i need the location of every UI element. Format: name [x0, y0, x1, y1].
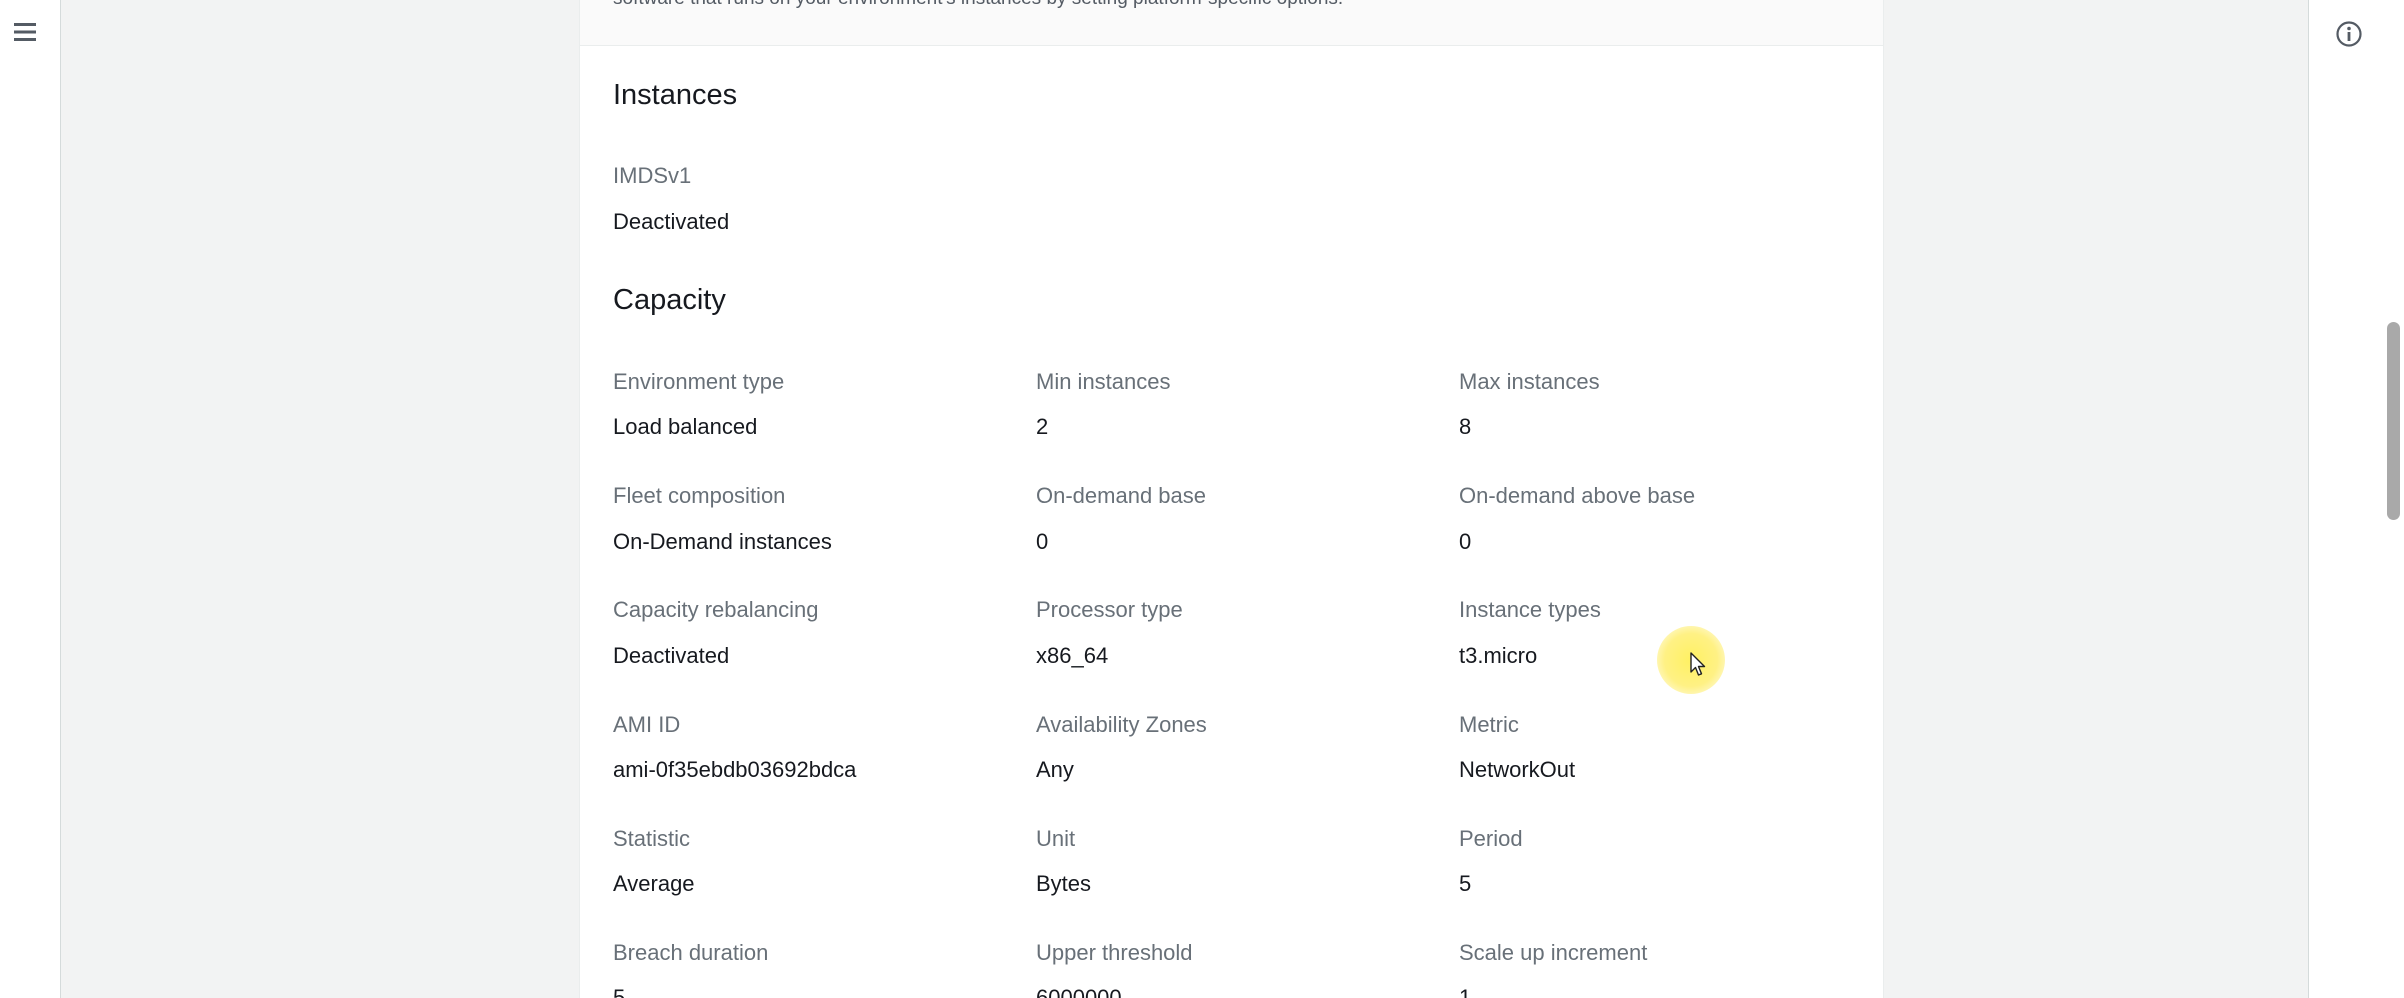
environment-type-value: Load balanced	[613, 414, 758, 439]
ami-id-label: AMI ID	[613, 712, 681, 737]
fleet-composition-label: Fleet composition	[613, 483, 786, 508]
capacity-rebalancing-label: Capacity rebalancing	[613, 597, 819, 622]
scale-up-increment-label: Scale up increment	[1459, 940, 1648, 965]
hamburger-menu-icon[interactable]	[12, 18, 42, 48]
scale-up-increment-value: 1	[1459, 985, 1472, 998]
metric-label: Metric	[1459, 712, 1519, 737]
min-instances-value: 2	[1036, 414, 1049, 439]
instance-types-label: Instance types	[1459, 597, 1601, 622]
min-instances-label: Min instances	[1036, 369, 1171, 394]
ami-id-value: ami-0f35ebdb03692bdca	[613, 757, 857, 782]
on-demand-base-label: On-demand base	[1036, 483, 1206, 508]
capacity-rebalancing-value: Deactivated	[613, 643, 730, 668]
right-tools-rail	[2308, 0, 2384, 998]
configuration-panel: software that runs on your environment's…	[579, 0, 1884, 998]
max-instances-label: Max instances	[1459, 369, 1600, 394]
statistic-label: Statistic	[613, 826, 691, 851]
platform-software-section-tail: software that runs on your environment's…	[580, 0, 1883, 46]
statistic-value: Average	[613, 871, 695, 896]
max-instances-value: 8	[1459, 414, 1472, 439]
upper-threshold-label: Upper threshold	[1036, 940, 1193, 965]
scrollbar-thumb[interactable]	[2387, 322, 2400, 520]
processor-type-label: Processor type	[1036, 597, 1183, 622]
instance-types-value: t3.micro	[1459, 643, 1538, 668]
period-value: 5	[1459, 871, 1472, 896]
instances-section-title: Instances	[613, 79, 738, 111]
period-label: Period	[1459, 826, 1523, 851]
info-icon[interactable]	[2334, 19, 2364, 49]
on-demand-base-value: 0	[1036, 529, 1049, 554]
metric-value: NetworkOut	[1459, 757, 1576, 782]
unit-value: Bytes	[1036, 871, 1092, 896]
environment-type-label: Environment type	[613, 369, 785, 394]
mouse-pointer-icon	[1690, 652, 1706, 676]
availability-zones-value: Any	[1036, 757, 1074, 782]
on-demand-above-base-value: 0	[1459, 529, 1472, 554]
app-window: software that runs on your environment's…	[0, 0, 2404, 998]
on-demand-above-base-label: On-demand above base	[1459, 483, 1696, 508]
unit-label: Unit	[1036, 826, 1076, 851]
processor-type-value: x86_64	[1036, 643, 1109, 668]
platform-software-description: software that runs on your environment's…	[613, 0, 1343, 10]
breach-duration-label: Breach duration	[613, 940, 769, 965]
page-scrollbar[interactable]	[2383, 0, 2404, 998]
capacity-section-title: Capacity	[613, 284, 726, 316]
imdsv1-value: Deactivated	[613, 209, 730, 234]
fleet-composition-value: On-Demand instances	[613, 529, 832, 554]
imdsv1-label: IMDSv1	[613, 163, 692, 188]
breach-duration-value: 5	[613, 985, 626, 998]
left-nav-rail	[0, 0, 61, 998]
availability-zones-label: Availability Zones	[1036, 712, 1207, 737]
upper-threshold-value: 6000000	[1036, 985, 1122, 998]
